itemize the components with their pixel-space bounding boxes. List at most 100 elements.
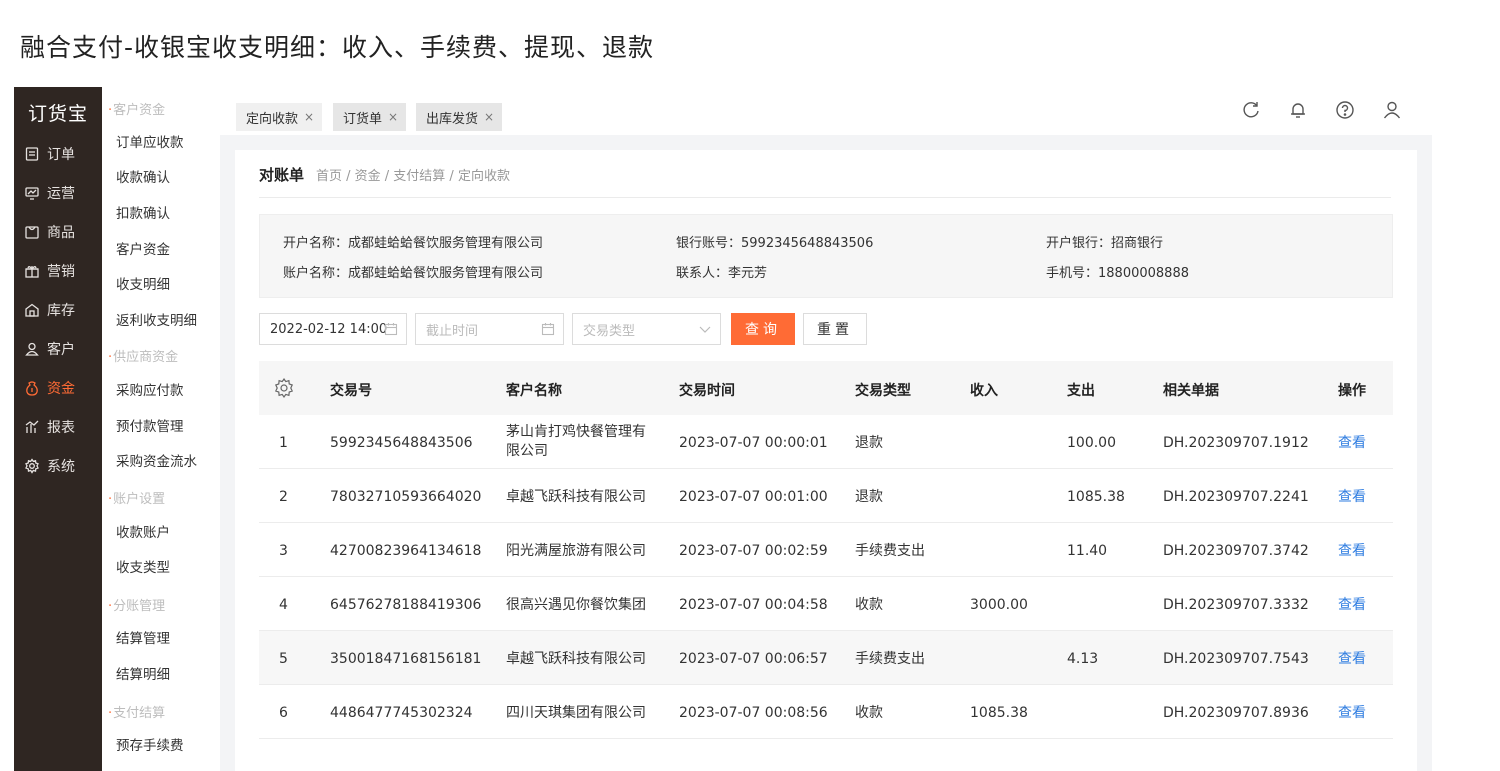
- cell-customer: 很高兴遇见你餐饮集团: [506, 597, 646, 613]
- cell-related-doc: DH.202309707.1912: [1163, 435, 1309, 451]
- close-icon[interactable]: ×: [304, 110, 314, 124]
- field-value: 成都蛙蛤蛤餐饮服务管理有限公司: [348, 266, 544, 281]
- tab-outbound-delivery[interactable]: 出库发货 ×: [416, 103, 503, 131]
- tab-label: 出库发货: [426, 111, 479, 127]
- close-icon[interactable]: ×: [484, 110, 494, 124]
- tab-bar: 定向收款 × 订货单 × 出库发货 ×: [220, 87, 1432, 135]
- trade-type-select[interactable]: 交易类型: [572, 313, 721, 345]
- submenu-item-order-receivable[interactable]: 订单应收款: [116, 131, 184, 151]
- cell-trade-time: 2023-07-07 00:06:57: [679, 651, 828, 667]
- table-row: 3 42700823964134618 阳光满屋旅游有限公司 2023-07-0…: [259, 523, 1393, 577]
- end-date-input[interactable]: 截止时间: [415, 313, 564, 345]
- submenu-item-purchase-flow[interactable]: 采购资金流水: [116, 450, 197, 470]
- nav-item-report[interactable]: 报表: [24, 415, 75, 439]
- submenu-item-settlement[interactable]: 结算管理: [116, 627, 170, 647]
- nav-item-label: 营销: [47, 264, 75, 280]
- submenu-item-receive-account[interactable]: 收款账户: [116, 521, 170, 541]
- tab-label: 订货单: [343, 111, 383, 127]
- submenu-item-income-expense[interactable]: 收支明细: [116, 273, 170, 293]
- submenu-item-settlement-detail[interactable]: 结算明细: [116, 663, 170, 683]
- cell-trade-no: 64576278188419306: [330, 597, 482, 613]
- nav-item-operation[interactable]: 运营: [24, 181, 75, 205]
- tab-label: 定向收款: [246, 111, 299, 127]
- header-trade-type: 交易类型: [855, 383, 911, 399]
- query-button[interactable]: 查询: [731, 313, 795, 345]
- submenu-item-prepaid-fee[interactable]: 预存手续费: [116, 734, 184, 754]
- start-date-value: 2022-02-12 14:00: [270, 321, 388, 337]
- cell-customer: 阳光满屋旅游有限公司: [506, 543, 646, 559]
- help-icon[interactable]: [1334, 99, 1356, 121]
- header-trade-time: 交易时间: [679, 383, 735, 399]
- field-value: 18800008888: [1098, 266, 1189, 281]
- bell-icon[interactable]: [1287, 99, 1309, 121]
- submenu-item-payment-confirm[interactable]: 收款确认: [116, 166, 170, 186]
- calendar-icon: [541, 322, 555, 336]
- tab-order-form[interactable]: 订货单 ×: [333, 103, 407, 131]
- cell-related-doc: DH.202309707.7543: [1163, 651, 1309, 667]
- submenu-item-deduct-confirm[interactable]: 扣款确认: [116, 202, 170, 222]
- field-label: 联系人：: [676, 266, 729, 281]
- view-link[interactable]: 查看: [1338, 704, 1366, 723]
- gift-icon: [24, 263, 40, 279]
- nav-item-marketing[interactable]: 营销: [24, 259, 75, 283]
- user-icon[interactable]: [1381, 99, 1403, 121]
- tab-directed-receipt[interactable]: 定向收款 ×: [236, 103, 323, 131]
- close-icon[interactable]: ×: [388, 110, 398, 124]
- nav-item-warehouse[interactable]: 库存: [24, 298, 75, 322]
- view-link[interactable]: 查看: [1338, 650, 1366, 669]
- column-settings-gear-icon[interactable]: [273, 377, 295, 399]
- reset-button[interactable]: 重置: [803, 313, 867, 345]
- submenu-group-title: 支付结算: [108, 702, 165, 721]
- end-date-placeholder: 截止时间: [426, 323, 479, 339]
- cell-trade-type: 收款: [855, 705, 883, 721]
- start-date-input[interactable]: 2022-02-12 14:00: [259, 313, 407, 345]
- cell-related-doc: DH.202309707.3332: [1163, 597, 1309, 613]
- sub-menu: 客户资金 订单应收款 收款确认 扣款确认 客户资金 收支明细 返利收支明细 供应…: [102, 87, 220, 771]
- view-link[interactable]: 查看: [1338, 596, 1366, 615]
- cell-customer: 四川天琪集团有限公司: [506, 705, 646, 721]
- field-value: 招商银行: [1111, 236, 1164, 251]
- submenu-item-prepayment[interactable]: 预付款管理: [116, 415, 184, 435]
- table-row: 1 5992345648843506 茅山肯打鸡快餐管理有限公司 2023-07…: [259, 415, 1393, 469]
- header-customer: 客户名称: [506, 383, 562, 399]
- nav-item-label: 商品: [47, 225, 75, 241]
- submenu-item-rebate-detail[interactable]: 返利收支明细: [116, 309, 197, 329]
- bank-account-no: 银行账号：5992345648843506: [676, 232, 873, 251]
- nav-item-label: 系统: [47, 459, 75, 475]
- cell-expense: 11.40: [1067, 543, 1108, 559]
- nav-item-money[interactable]: 资金: [24, 376, 75, 400]
- chevron-down-icon: [698, 322, 712, 336]
- view-link[interactable]: 查看: [1338, 434, 1366, 453]
- main-nav-rail: 订货宝 订单 运营 商品 营销 库存 客户 资金 报表 系统: [14, 87, 102, 771]
- view-link[interactable]: 查看: [1338, 542, 1366, 561]
- nav-item-label: 订单: [47, 147, 75, 163]
- cell-trade-no: 5992345648843506: [330, 435, 473, 451]
- cell-seq: 4: [279, 597, 288, 613]
- cell-trade-type: 退款: [855, 435, 883, 451]
- calendar-icon: [384, 322, 398, 336]
- cell-seq: 5: [279, 651, 288, 667]
- view-link[interactable]: 查看: [1338, 488, 1366, 507]
- product-icon: [24, 224, 40, 240]
- submenu-item-income-type[interactable]: 收支类型: [116, 556, 170, 576]
- nav-item-customer[interactable]: 客户: [24, 337, 75, 361]
- submenu-group-title: 供应商资金: [108, 346, 178, 365]
- account-info-panel: 开户名称：成都蛙蛤蛤餐饮服务管理有限公司 银行账号：59923456488435…: [259, 214, 1393, 298]
- submenu-group-title: 分账管理: [108, 595, 165, 614]
- nav-item-label: 客户: [47, 342, 75, 358]
- breadcrumb-path[interactable]: 首页 / 资金 / 支付结算 / 定向收款: [316, 165, 510, 184]
- cell-seq: 3: [279, 543, 288, 559]
- cell-customer: 卓越飞跃科技有限公司: [506, 489, 646, 505]
- header-related-doc: 相关单据: [1163, 383, 1219, 399]
- nav-item-system[interactable]: 系统: [24, 454, 75, 478]
- submenu-item-customer-funds[interactable]: 客户资金: [116, 238, 170, 258]
- nav-item-product[interactable]: 商品: [24, 220, 75, 244]
- nav-item-order[interactable]: 订单: [24, 142, 75, 166]
- refresh-icon[interactable]: [1240, 99, 1262, 121]
- cell-income: 3000.00: [970, 597, 1028, 613]
- cell-customer: 茅山肯打鸡快餐管理有限公司: [506, 424, 646, 459]
- submenu-item-purchase-payable[interactable]: 采购应付款: [116, 379, 184, 399]
- cell-trade-time: 2023-07-07 00:00:01: [679, 435, 828, 451]
- customer-icon: [24, 341, 40, 357]
- cell-trade-type: 手续费支出: [855, 543, 925, 559]
